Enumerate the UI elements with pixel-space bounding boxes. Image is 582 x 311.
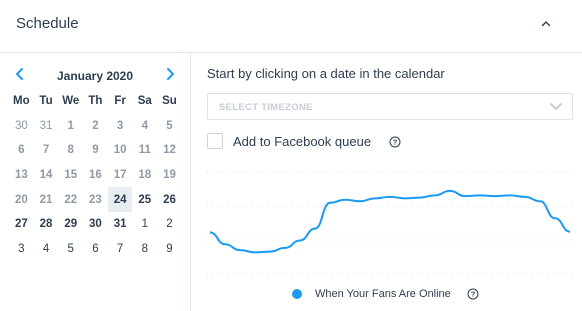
weekday-header: Tu [39, 95, 53, 108]
calendar-day[interactable]: 30 [83, 212, 108, 237]
calendar-day[interactable]: 25 [132, 187, 157, 212]
weekday-header: We [62, 95, 80, 108]
fans-online-line [209, 189, 571, 254]
next-month-button[interactable] [163, 66, 177, 82]
chevron-left-icon [16, 68, 23, 80]
prev-month-button[interactable] [13, 66, 27, 82]
chevron-up-icon [541, 21, 551, 27]
calendar-day: 8 [67, 144, 74, 157]
calendar-day: 5 [166, 119, 173, 132]
svg-text:?: ? [393, 138, 398, 147]
calendar-day: 7 [42, 144, 50, 157]
calendar-day[interactable]: 28 [34, 212, 59, 237]
calendar-day[interactable]: 26 [157, 187, 182, 212]
calendar-day[interactable]: 29 [58, 212, 83, 237]
weekday-header: Sa [137, 95, 152, 108]
calendar-day: 14 [39, 169, 53, 182]
calendar-day[interactable]: 7 [108, 237, 133, 262]
calendar-day: 19 [163, 169, 176, 182]
calendar-day: 23 [89, 193, 102, 206]
calendar-day: 22 [64, 193, 78, 206]
collapse-button[interactable] [534, 12, 558, 36]
legend-swatch [292, 289, 302, 299]
calendar-day: 30 [14, 119, 28, 132]
calendar-day[interactable]: 5 [58, 237, 83, 262]
calendar-day[interactable]: 24 [107, 187, 133, 212]
calendar-day: 17 [113, 169, 127, 182]
calendar-day: 20 [14, 193, 28, 206]
calendar-day[interactable]: 4 [34, 237, 59, 262]
calendar-day[interactable]: 27 [9, 212, 34, 237]
calendar-month-label: January 2020 [56, 69, 134, 83]
timezone-select[interactable]: SELECT TIMEZONE [207, 93, 573, 120]
weekday-header: Fr [114, 95, 126, 108]
calendar-day: 9 [92, 144, 99, 157]
svg-text:?: ? [471, 290, 476, 299]
chevron-down-icon [550, 103, 562, 110]
calendar-day: 1 [67, 119, 74, 132]
weekday-header: Mo [13, 95, 30, 108]
help-icon[interactable]: ? [467, 288, 479, 300]
calendar-day: 6 [18, 144, 25, 157]
help-icon[interactable]: ? [389, 136, 401, 148]
facebook-queue-checkbox[interactable] [207, 133, 223, 149]
timezone-placeholder: SELECT TIMEZONE [219, 102, 313, 113]
fans-online-chart [207, 171, 573, 275]
instruction-text: Start by clicking on a date in the calen… [207, 66, 445, 81]
schedule-header: Schedule [0, 0, 582, 53]
chevron-right-icon [167, 68, 174, 80]
calendar-day: 3 [116, 119, 124, 132]
calendar-day: 2 [92, 119, 99, 132]
weekday-header: Th [88, 95, 103, 108]
calendar-day: 18 [138, 169, 152, 182]
legend-label: When Your Fans Are Online [315, 288, 451, 300]
calendar-day[interactable]: 9 [157, 237, 182, 262]
section-title: Schedule [16, 15, 79, 32]
calendar-day: 10 [113, 144, 127, 157]
calendar-day: 31 [39, 119, 53, 132]
calendar-day: 12 [163, 144, 176, 157]
calendar-grid: Mo Tu We Th Fr Sa Su 30 31 1 2 3 4 5 6 7 8 9 10 11 12 13 14 15 1… [9, 89, 182, 261]
weekday-header: Su [162, 95, 177, 108]
calendar-day: 16 [89, 169, 102, 182]
calendar-day[interactable]: 8 [132, 237, 157, 262]
calendar-day[interactable]: 6 [83, 237, 108, 262]
calendar-day: 4 [141, 119, 148, 132]
calendar-day: 15 [64, 169, 78, 182]
calendar-day[interactable]: 31 [108, 212, 133, 237]
calendar-day[interactable]: 3 [9, 237, 34, 262]
facebook-queue-label: Add to Facebook queue [233, 134, 372, 149]
calendar-day: 11 [138, 144, 151, 157]
calendar-day: 13 [14, 169, 28, 182]
calendar-day[interactable]: 1 [132, 212, 157, 237]
calendar-day: 21 [39, 193, 53, 206]
calendar-day[interactable]: 2 [157, 212, 182, 237]
